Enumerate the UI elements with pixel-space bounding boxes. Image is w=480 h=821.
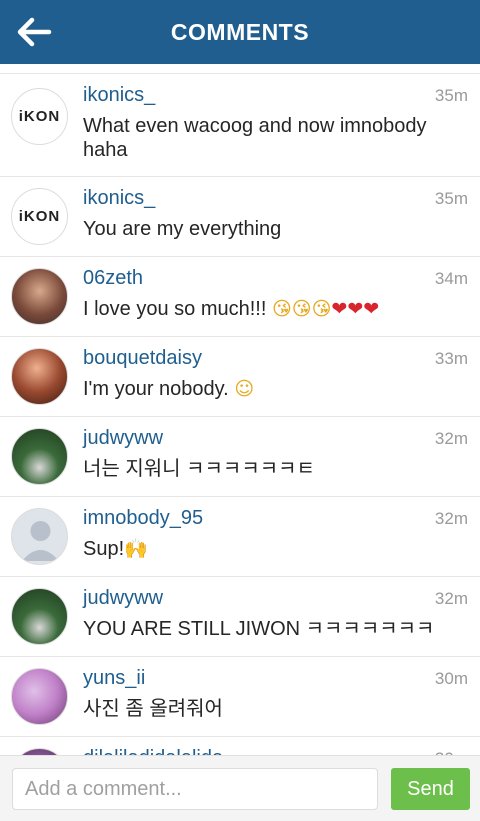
list-top-divider [0, 64, 480, 74]
comment-username[interactable]: judwyww [83, 427, 163, 450]
comment-text: You are my everything [83, 218, 282, 240]
comment-username[interactable]: imnobody_95 [83, 507, 203, 530]
comment-time: 34m [434, 269, 468, 288]
ikon-logo: iKON [18, 108, 61, 125]
comment-text: I love you so much!!! 😘😘😘❤❤❤ [83, 297, 463, 321]
comment-username[interactable]: dilaliladidalalida [83, 747, 223, 755]
comment-username[interactable]: ikonics_ [83, 187, 155, 210]
page-title: COMMENTS [170, 19, 310, 45]
raised-hands-icon: 🙌 [124, 538, 148, 560]
comment-username[interactable]: bouquetdaisy [83, 347, 202, 370]
avatar[interactable]: iKON [11, 88, 68, 145]
comment-input[interactable] [12, 768, 378, 810]
comment-time: 30m [434, 669, 468, 688]
comment-text: Sup!🙌 [83, 537, 463, 561]
comment-row[interactable]: judwyww 32m 너는 지워니 ㅋㅋㅋㅋㅋㅋㅌ [0, 417, 480, 497]
comment-text: YOU ARE STILL JIWON ㅋㅋㅋㅋㅋㅋㅋ [83, 618, 435, 640]
heart-icon: ❤ [331, 298, 348, 320]
avatar[interactable]: iKON [11, 188, 68, 245]
comment-username[interactable]: ikonics_ [83, 84, 155, 107]
smiling-face-icon: ☺ [234, 378, 255, 400]
avatar[interactable] [11, 508, 68, 565]
comment-composer: Send [0, 755, 480, 821]
comment-time: 32m [434, 589, 468, 608]
heart-icon: ❤ [347, 298, 364, 320]
avatar[interactable] [11, 588, 68, 645]
heart-icon: ❤ [363, 298, 380, 320]
comment-row[interactable]: imnobody_95 32m Sup!🙌 [0, 497, 480, 577]
comment-row[interactable]: bouquetdaisy 33m I'm your nobody. ☺ [0, 337, 480, 417]
avatar[interactable] [11, 748, 68, 755]
comment-time: 35m [434, 189, 468, 208]
comment-text-body: I love you so much!!! [83, 298, 267, 320]
comment-row[interactable]: yuns_ii 30m 사진 좀 올려줘어 [0, 657, 480, 737]
comment-row[interactable]: 06zeth 34m I love you so much!!! 😘😘😘❤❤❤ [0, 257, 480, 337]
comment-row[interactable]: judwyww 32m YOU ARE STILL JIWON ㅋㅋㅋㅋㅋㅋㅋ [0, 577, 480, 657]
header-bar: COMMENTS [0, 0, 480, 64]
kiss-face-icon: 😘 [311, 298, 332, 320]
avatar[interactable] [11, 428, 68, 485]
avatar[interactable] [11, 668, 68, 725]
comment-text: 너는 지워니 ㅋㅋㅋㅋㅋㅋㅌ [83, 458, 315, 480]
comment-time: 33m [434, 349, 468, 368]
avatar[interactable] [11, 348, 68, 405]
ikon-logo: iKON [18, 208, 61, 225]
send-button[interactable]: Send [391, 768, 470, 810]
comment-time: 32m [434, 509, 468, 528]
default-user-icon [22, 521, 59, 561]
comment-text-body: I'm your nobody. [83, 378, 229, 400]
comment-row[interactable]: dilaliladidalalida 30m [0, 737, 480, 755]
comment-time: 35m [434, 86, 468, 105]
avatar[interactable] [11, 268, 68, 325]
comment-text: What even wacoog and now imnobody haha [83, 115, 427, 161]
comment-text-body: Sup! [83, 538, 125, 560]
comment-row[interactable]: iKON ikonics_ 35m You are my everything [0, 177, 480, 257]
kiss-face-icon: 😘 [271, 298, 292, 320]
comment-text: 사진 좀 올려줘어 [83, 698, 223, 720]
comment-list[interactable]: iKON ikonics_ 35m What even wacoog and n… [0, 64, 480, 755]
comment-username[interactable]: judwyww [83, 587, 163, 610]
comment-username[interactable]: yuns_ii [83, 667, 145, 690]
comment-username[interactable]: 06zeth [83, 267, 143, 290]
comment-row[interactable]: iKON ikonics_ 35m What even wacoog and n… [0, 74, 480, 177]
comment-text: I'm your nobody. ☺ [83, 377, 463, 401]
comment-time: 32m [434, 429, 468, 448]
kiss-face-icon: 😘 [291, 298, 312, 320]
